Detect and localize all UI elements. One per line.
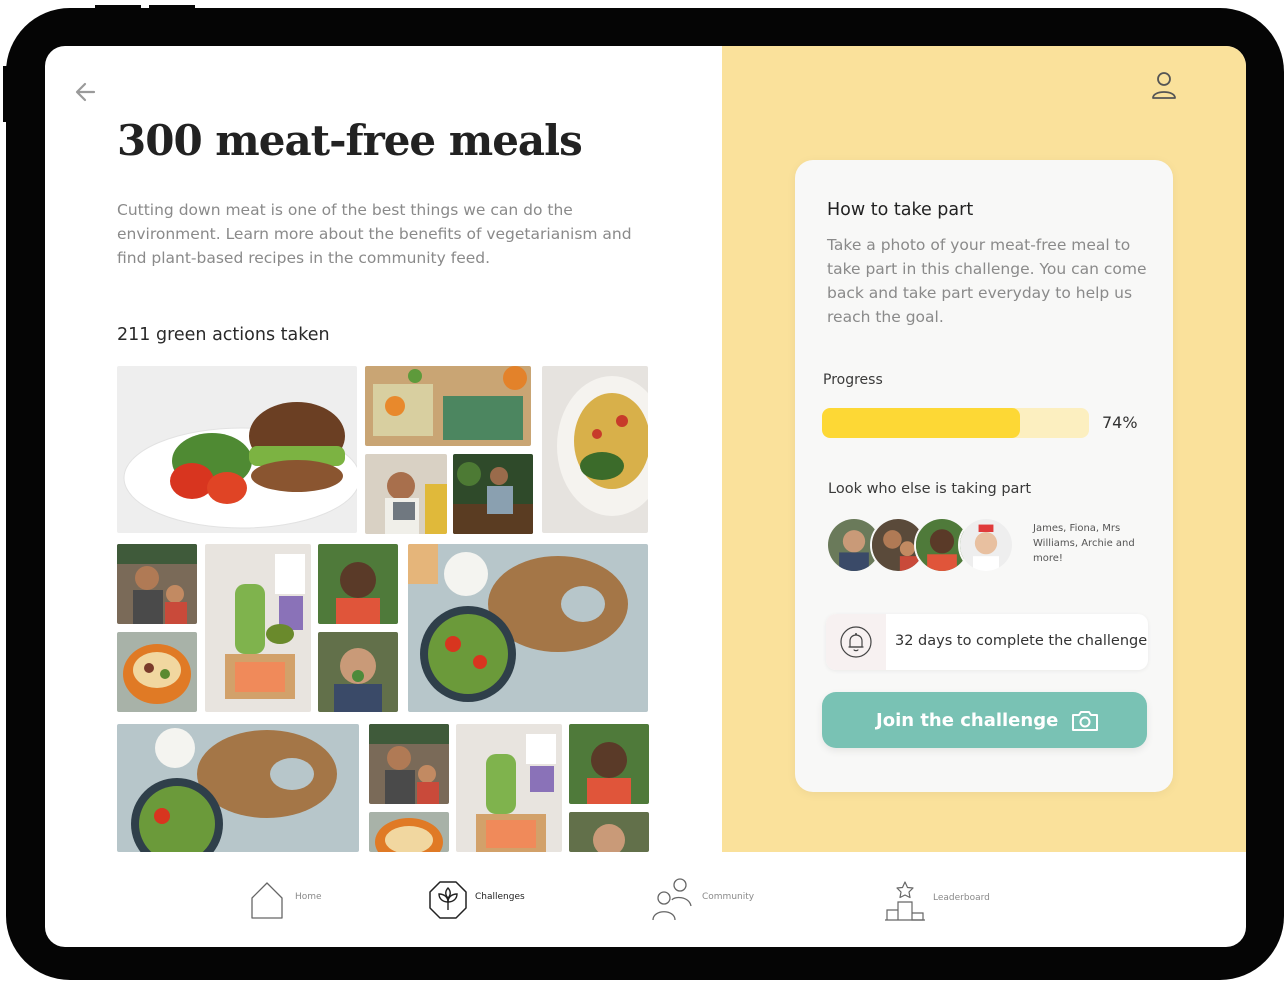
pasta-photo[interactable] [542,366,648,533]
progress-bar-fill [822,408,1020,438]
join-button-label: Join the challenge [876,710,1059,731]
family-kitchen-photo-2[interactable] [369,724,449,804]
child-tablet-photo[interactable] [365,454,447,534]
nav-item-leaderboard[interactable]: Leaderboard [885,876,995,926]
card-title: How to take part [827,200,974,220]
plant-icon [429,881,467,919]
salmon-bokchoy-photo[interactable] [205,544,311,712]
stuffed-pepper-photo-2[interactable] [369,812,449,852]
page-title: 300 meat-free meals [117,116,583,165]
stuffed-pepper-photo[interactable] [117,632,197,712]
boy-eating-photo[interactable] [318,632,398,712]
card-description: Take a photo of your meat-free meal to t… [827,236,1147,326]
progress-label: Progress [823,372,883,388]
app-screen: 300 meat-free meals Cutting down meat is… [45,46,1246,947]
beeswax-wraps-photo[interactable] [365,366,531,446]
nav-label-leaderboard: Leaderboard [933,893,990,903]
salmon-bokchoy-photo-2[interactable] [456,724,562,852]
gardener-photo[interactable] [453,454,533,534]
bell-icon [840,626,872,658]
deadline-banner: 32 days to complete the challenge [826,614,1148,670]
deadline-text: 32 days to complete the challenge [895,633,1148,649]
burger-salad-photo[interactable] [117,366,357,533]
nav-label-community: Community [702,892,755,902]
nav-item-home[interactable]: Home [250,876,340,926]
bell-icon-box [826,614,886,670]
family-kitchen-photo[interactable] [117,544,197,624]
actions-count: 211 green actions taken [117,325,330,345]
home-icon [251,882,283,919]
avatar[interactable] [958,517,1014,573]
smiling-woman-photo[interactable] [318,544,398,624]
join-challenge-button[interactable]: Join the challenge [822,692,1147,748]
salad-board-photo-2[interactable] [117,724,359,852]
smiling-woman-photo-2[interactable] [569,724,649,804]
progress-bar [822,408,1089,438]
profile-icon[interactable] [1149,70,1179,102]
nav-label-home: Home [295,892,322,902]
progress-value: 74% [1102,413,1138,432]
boy-eating-photo-2[interactable] [569,812,649,852]
how-to-card: How to take part Take a photo of your me… [795,160,1173,792]
participants-label: Look who else is taking part [828,481,1032,497]
participants-names: James, Fiona, Mrs Williams, Archie and m… [1033,523,1135,564]
nav-item-community[interactable]: Community [651,876,771,926]
salad-board-photo[interactable] [408,544,648,712]
challenge-description: Cutting down meat is one of the best thi… [117,201,632,267]
challenge-panel: How to take part Take a photo of your me… [722,46,1246,852]
community-icon [652,878,692,921]
camera-icon [1072,711,1098,731]
trophy-podium-icon [885,881,925,921]
nav-item-challenges[interactable]: Challenges [428,876,538,926]
nav-label-challenges: Challenges [475,892,525,902]
back-arrow-icon[interactable] [72,78,100,106]
